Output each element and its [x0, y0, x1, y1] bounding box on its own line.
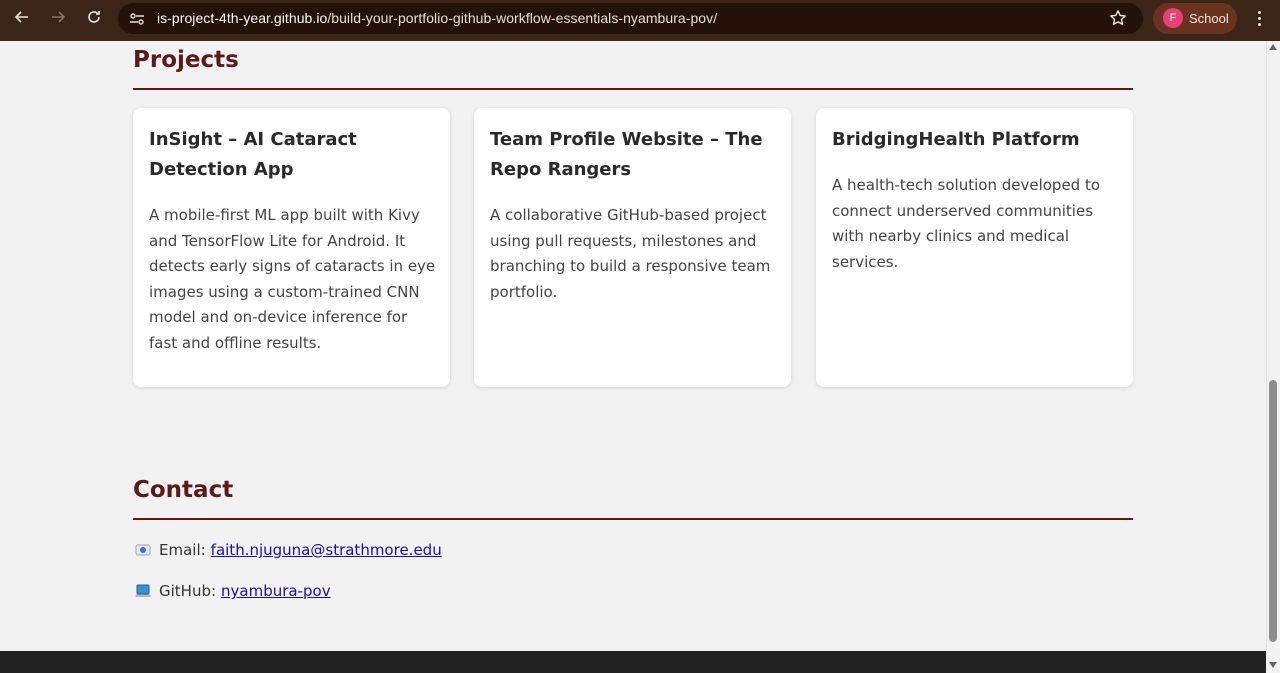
back-button[interactable] — [10, 5, 34, 29]
contact-divider — [133, 518, 1133, 520]
email-icon — [135, 544, 151, 556]
arrow-left-icon — [14, 11, 28, 23]
url-path: /build-your-portfolio-github-workflow-es… — [327, 10, 718, 26]
reload-button[interactable] — [82, 5, 106, 29]
forward-button[interactable] — [46, 5, 70, 29]
projects-heading: Projects — [133, 47, 239, 73]
reload-icon — [88, 11, 100, 23]
profile-label: School — [1189, 11, 1229, 26]
scrollbar-thumb[interactable] — [1269, 380, 1277, 642]
page-content: Projects InSight – AI Cataract Detection… — [0, 41, 1266, 651]
url-host: is-project-4th-year.github.io — [157, 10, 328, 26]
email-link[interactable]: faith.njuguna@strathmore.edu — [211, 541, 442, 559]
laptop-icon — [135, 584, 151, 597]
contact-email: Email: faith.njuguna@strathmore.edu — [135, 541, 442, 559]
address-bar[interactable]: is-project-4th-year.github.io/build-your… — [118, 3, 1143, 34]
bookmark-star-icon[interactable] — [1109, 9, 1127, 27]
project-card-description: A health-tech solution developed to conn… — [832, 176, 1101, 271]
footer-bar — [0, 651, 1266, 673]
project-card-title: Team Profile Website – The Repo Rangers — [490, 129, 763, 180]
menu-dot-icon — [1257, 22, 1261, 26]
contact-heading: Contact — [133, 477, 234, 503]
project-card: BridgingHealth Platform A health-tech so… — [816, 108, 1133, 387]
arrow-right-icon — [52, 11, 66, 23]
project-card-title: BridgingHealth Platform — [832, 129, 1080, 150]
scroll-up-arrow-icon[interactable] — [1269, 44, 1277, 50]
scroll-down-arrow-icon[interactable] — [1269, 662, 1277, 668]
email-label: Email: — [159, 541, 206, 559]
project-card-description: A mobile-first ML app built with Kivy an… — [149, 206, 436, 352]
github-label: GitHub: — [159, 582, 217, 600]
project-card-description: A collaborative GitHub-based project usi… — [490, 206, 771, 301]
project-card-title: InSight – AI Cataract Detection App — [149, 129, 357, 180]
project-card: InSight – AI Cataract Detection App A mo… — [133, 108, 450, 387]
menu-dot-icon — [1257, 16, 1261, 20]
menu-dot-icon — [1257, 10, 1261, 14]
contact-github: GitHub: nyambura-pov — [135, 582, 331, 600]
avatar: F — [1163, 8, 1183, 28]
github-link[interactable]: nyambura-pov — [221, 582, 331, 600]
projects-divider — [133, 88, 1133, 90]
browser-toolbar: is-project-4th-year.github.io/build-your… — [0, 0, 1280, 41]
site-settings-icon[interactable] — [128, 10, 146, 28]
project-card: Team Profile Website – The Repo Rangers … — [474, 108, 791, 387]
browser-menu-button[interactable] — [1250, 6, 1268, 30]
url-text: is-project-4th-year.github.io/build-your… — [157, 10, 717, 26]
profile-button[interactable]: F School — [1153, 3, 1237, 34]
